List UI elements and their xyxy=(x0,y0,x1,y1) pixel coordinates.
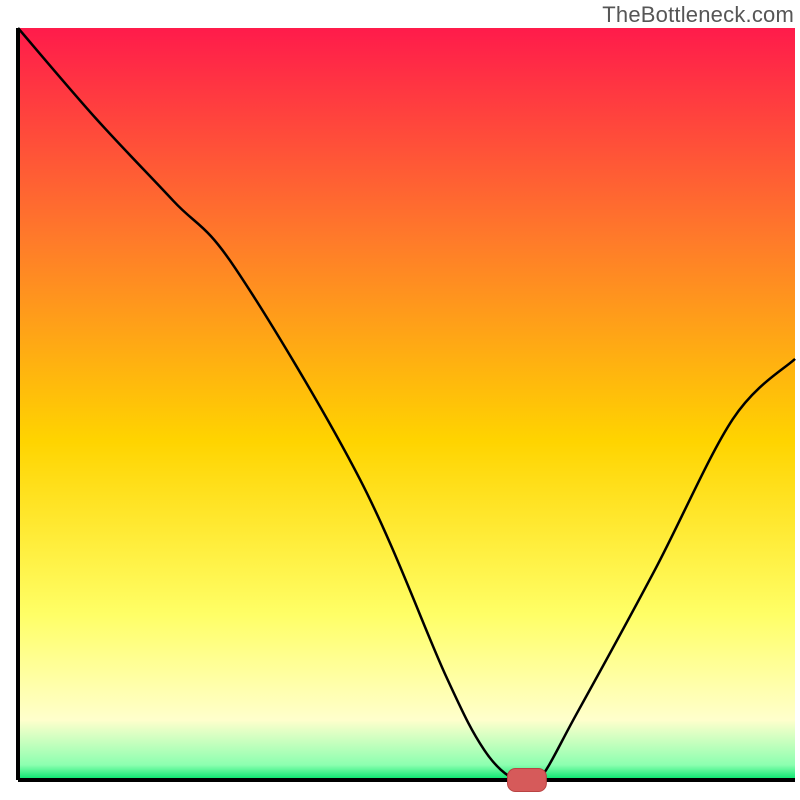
plot-background xyxy=(18,28,795,780)
chart-container: { "watermark": "TheBottleneck.com", "col… xyxy=(0,0,800,800)
watermark-text: TheBottleneck.com xyxy=(602,2,794,28)
bottleneck-chart xyxy=(0,0,800,800)
optimal-marker xyxy=(508,768,547,791)
